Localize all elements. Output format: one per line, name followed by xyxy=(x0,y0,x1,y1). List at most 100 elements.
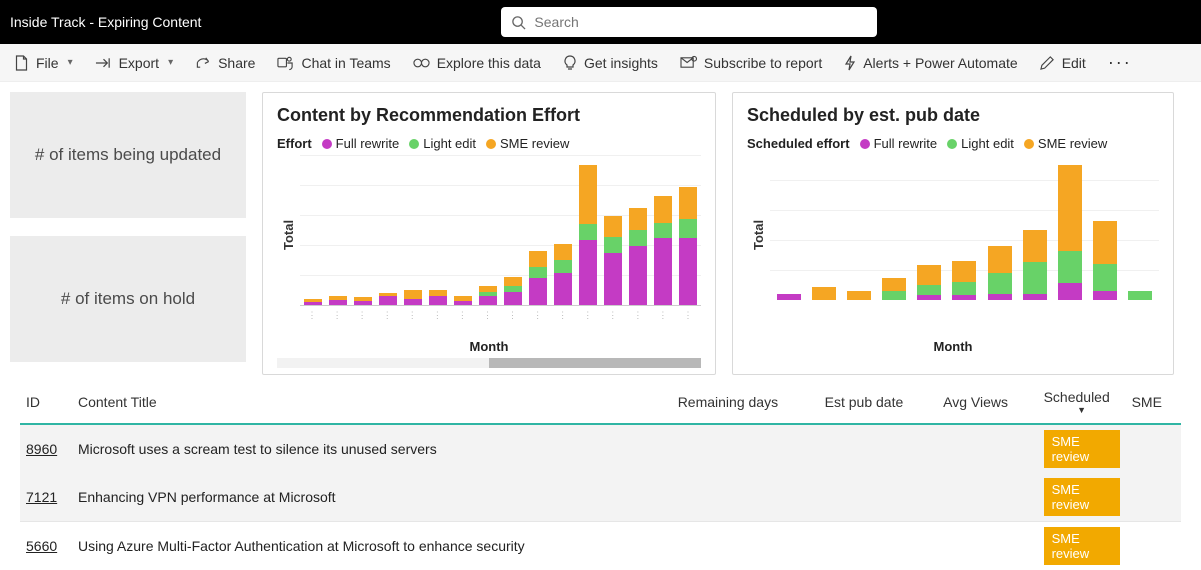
legend-light-edit[interactable]: Light edit xyxy=(409,136,476,151)
bar[interactable] xyxy=(988,246,1012,300)
row-id-link[interactable]: 8960 xyxy=(26,441,57,457)
bar[interactable] xyxy=(654,196,672,305)
legend-full-rewrite[interactable]: Full rewrite xyxy=(322,136,400,151)
insights-button[interactable]: Get insights xyxy=(563,55,658,71)
card-items-updating[interactable]: # of items being updated xyxy=(10,92,246,218)
bar[interactable] xyxy=(812,287,836,300)
bar[interactable] xyxy=(882,278,906,300)
sort-desc-icon: ▼ xyxy=(1044,405,1120,415)
bar[interactable] xyxy=(1093,221,1117,300)
bar[interactable] xyxy=(679,187,697,305)
pencil-icon xyxy=(1040,55,1055,70)
alerts-button[interactable]: Alerts + Power Automate xyxy=(844,55,1017,71)
card-items-hold[interactable]: # of items on hold xyxy=(10,236,246,362)
bar[interactable] xyxy=(952,261,976,300)
explore-button[interactable]: Explore this data xyxy=(413,55,541,71)
dot-full-rewrite xyxy=(322,139,332,149)
bar[interactable] xyxy=(579,165,597,305)
more-menu[interactable]: ··· xyxy=(1108,52,1132,73)
bar[interactable] xyxy=(429,290,447,305)
th-id[interactable]: ID xyxy=(20,381,72,424)
card-updating-label: # of items being updated xyxy=(35,145,221,165)
dot-sme-review xyxy=(486,139,496,149)
export-menu[interactable]: Export▾ xyxy=(95,55,174,71)
bar[interactable] xyxy=(404,290,422,305)
bulb-icon xyxy=(563,55,577,71)
edit-button[interactable]: Edit xyxy=(1040,55,1086,71)
file-menu[interactable]: File▾ xyxy=(14,55,73,71)
teams-icon xyxy=(277,55,294,71)
bar[interactable] xyxy=(304,299,322,305)
th-sme[interactable]: SME xyxy=(1126,381,1181,424)
scheduled-badge: SME review xyxy=(1044,430,1120,468)
export-icon xyxy=(95,56,112,70)
bar[interactable] xyxy=(379,293,397,305)
th-title[interactable]: Content Title xyxy=(72,381,672,424)
chart2-title: Scheduled by est. pub date xyxy=(747,105,1159,126)
search-box[interactable] xyxy=(501,7,877,37)
bar[interactable] xyxy=(1058,165,1082,300)
table-body: 8960Microsoft uses a scream test to sile… xyxy=(20,424,1181,570)
chat-label: Chat in Teams xyxy=(301,55,390,71)
chart2-legend: Scheduled effort Full rewrite Light edit… xyxy=(747,136,1159,151)
bar[interactable] xyxy=(329,296,347,305)
alerts-label: Alerts + Power Automate xyxy=(863,55,1017,71)
bar[interactable] xyxy=(917,265,941,299)
scheduled-badge: SME review xyxy=(1044,478,1120,516)
th-scheduled[interactable]: Scheduled▼ xyxy=(1038,381,1126,424)
chart2-plot[interactable] xyxy=(770,155,1159,300)
bar[interactable] xyxy=(1023,230,1047,300)
content-table: ID Content Title Remaining days Est pub … xyxy=(0,375,1201,570)
share-icon xyxy=(195,55,211,70)
chart1-legend-lead: Effort xyxy=(277,136,312,151)
bar[interactable] xyxy=(454,296,472,305)
chevron-down-icon: ▾ xyxy=(68,57,73,68)
table-header-row: ID Content Title Remaining days Est pub … xyxy=(20,381,1181,424)
edit-label: Edit xyxy=(1062,55,1086,71)
chart1-plot[interactable] xyxy=(300,155,701,305)
chart1-ylabel: Total xyxy=(277,155,300,315)
bar[interactable] xyxy=(1128,291,1152,300)
bar[interactable] xyxy=(554,244,572,305)
table-row[interactable]: 8960Microsoft uses a scream test to sile… xyxy=(20,424,1181,473)
insights-label: Get insights xyxy=(584,55,658,71)
table-row[interactable]: 5660Using Azure Multi-Factor Authenticat… xyxy=(20,522,1181,570)
chat-teams-button[interactable]: Chat in Teams xyxy=(277,55,390,71)
bolt-icon xyxy=(844,55,856,71)
search-input[interactable] xyxy=(534,14,867,30)
chart1-hscroll[interactable] xyxy=(277,358,701,368)
bar[interactable] xyxy=(504,277,522,305)
table-row[interactable]: 7121Enhancing VPN performance at Microso… xyxy=(20,473,1181,522)
th-pubdate[interactable]: Est pub date xyxy=(819,381,937,424)
legend2-sme-review[interactable]: SME review xyxy=(1024,136,1107,151)
th-remaining[interactable]: Remaining days xyxy=(672,381,819,424)
bar[interactable] xyxy=(354,297,372,305)
chart-content-by-effort[interactable]: Content by Recommendation Effort Effort … xyxy=(262,92,716,375)
explore-icon xyxy=(413,56,430,70)
legend2-full-rewrite[interactable]: Full rewrite xyxy=(860,136,938,151)
row-id-link[interactable]: 5660 xyxy=(26,538,57,554)
legend2-light-edit[interactable]: Light edit xyxy=(947,136,1014,151)
bar[interactable] xyxy=(777,294,801,299)
bar[interactable] xyxy=(604,216,622,305)
dot-light-edit xyxy=(947,139,957,149)
dot-full-rewrite xyxy=(860,139,870,149)
bar[interactable] xyxy=(847,291,871,300)
bar[interactable] xyxy=(479,286,497,305)
legend-sme-review[interactable]: SME review xyxy=(486,136,569,151)
share-label: Share xyxy=(218,55,255,71)
chart1-title: Content by Recommendation Effort xyxy=(277,105,701,126)
bar[interactable] xyxy=(529,251,547,305)
chart-scheduled-by-pub-date[interactable]: Scheduled by est. pub date Scheduled eff… xyxy=(732,92,1174,375)
top-header: Inside Track - Expiring Content xyxy=(0,0,1201,44)
search-icon xyxy=(511,15,526,30)
subscribe-button[interactable]: Subscribe to report xyxy=(680,55,822,71)
share-button[interactable]: Share xyxy=(195,55,255,71)
chart1-ticks: ⋮⋮⋮⋮⋮⋮⋮⋮⋮⋮⋮⋮⋮⋮⋮⋮ xyxy=(300,305,701,321)
bar[interactable] xyxy=(629,208,647,305)
row-id-link[interactable]: 7121 xyxy=(26,489,57,505)
chart1-xlabel: Month xyxy=(277,339,701,354)
chart2-xlabel: Month xyxy=(747,339,1159,354)
scheduled-badge: SME review xyxy=(1044,527,1120,565)
th-views[interactable]: Avg Views xyxy=(937,381,1037,424)
